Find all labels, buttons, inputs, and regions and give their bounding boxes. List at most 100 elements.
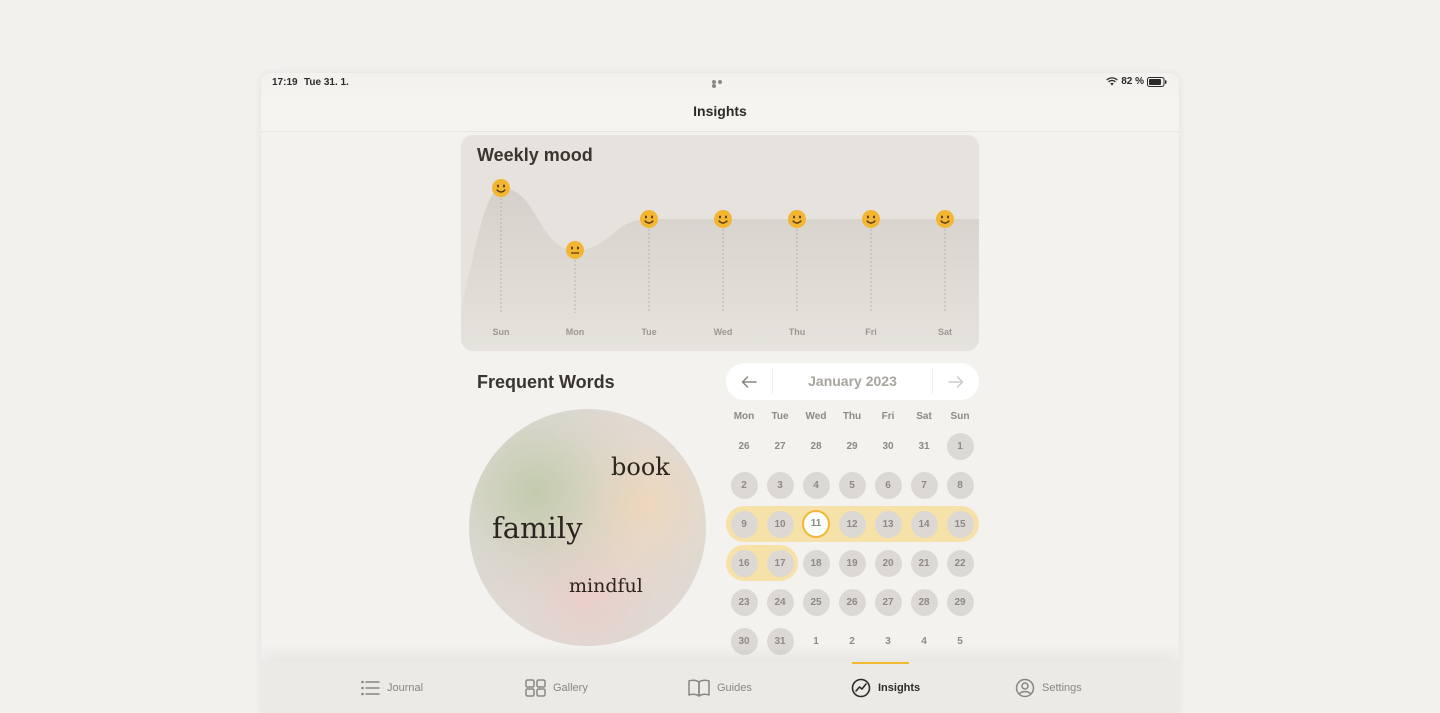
calendar-day[interactable]: 30: [730, 627, 758, 655]
mood-day-label: Sun: [493, 327, 510, 337]
calendar-day[interactable]: 27: [874, 588, 902, 616]
calendar-day[interactable]: 17: [766, 549, 794, 577]
grid-icon: [525, 678, 546, 697]
mood-day-label: Thu: [789, 327, 806, 337]
tab-settings[interactable]: Settings: [1015, 662, 1082, 713]
tab-label: Journal: [387, 681, 424, 694]
month-label: January 2023: [808, 373, 897, 389]
battery-icon: [1147, 76, 1167, 87]
calendar-day[interactable]: 7: [910, 471, 938, 499]
calendar-day[interactable]: 6: [874, 471, 902, 499]
tab-bar: Journal Gallery Guides Insights Settings: [261, 662, 1179, 713]
happy-face-icon[interactable]: [788, 210, 806, 228]
device-screen: 17:19 Tue 31. 1. 82 % Insights Sun Mon T…: [261, 73, 1179, 713]
calendar-day[interactable]: 5: [947, 628, 974, 655]
weekday-label: Wed: [805, 411, 827, 422]
calendar-day[interactable]: 16: [730, 549, 758, 577]
mood-day-label: Mon: [566, 327, 585, 337]
weekday-label: Tue: [771, 411, 789, 422]
calendar-day[interactable]: 28: [803, 433, 830, 460]
arrow-right-icon: [948, 375, 964, 388]
list-icon: [361, 680, 380, 696]
navigation-bar: Insights: [261, 95, 1179, 132]
calendar-day[interactable]: 1: [803, 628, 830, 655]
tab-journal[interactable]: Journal: [361, 662, 423, 713]
calendar-day[interactable]: 1: [946, 432, 974, 460]
calendar-day[interactable]: 29: [839, 433, 866, 460]
mood-day-label: Tue: [641, 327, 656, 337]
calendar-day[interactable]: 28: [910, 588, 938, 616]
book-icon: [688, 679, 710, 697]
previous-month-button[interactable]: [726, 363, 772, 400]
calendar-day[interactable]: 14: [910, 510, 938, 538]
tab-gallery[interactable]: Gallery: [525, 662, 588, 713]
calendar-day[interactable]: 22: [946, 549, 974, 577]
weekday-header: Mon Tue Wed Thu Fri Sat Sun: [726, 411, 979, 425]
mood-day-label: Wed: [714, 327, 733, 337]
calendar-day[interactable]: 27: [767, 433, 794, 460]
calendar-day[interactable]: 24: [766, 588, 794, 616]
status-date: Tue 31. 1.: [304, 77, 349, 88]
calendar-day[interactable]: 25: [802, 588, 830, 616]
mood-day-label: Fri: [865, 327, 877, 337]
weekday-label: Mon: [733, 411, 755, 422]
calendar-day[interactable]: 3: [875, 628, 902, 655]
weekday-label: Sat: [916, 411, 932, 422]
status-bar: 17:19 Tue 31. 1. 82 %: [261, 73, 1179, 95]
battery-percent: 82 %: [1121, 76, 1144, 87]
calendar-day[interactable]: 12: [838, 510, 866, 538]
tab-label: Guides: [717, 681, 752, 694]
calendar-day[interactable]: 26: [838, 588, 866, 616]
calendar-day[interactable]: 19: [838, 549, 866, 577]
calendar-day[interactable]: 13: [874, 510, 902, 538]
neutral-face-icon[interactable]: [566, 241, 584, 259]
mood-day-label: Sat: [938, 327, 952, 337]
weekly-mood-card: Sun Mon Tue Wed Thu Fri Sat Weekly mood: [461, 135, 979, 351]
calendar-day[interactable]: 31: [911, 433, 938, 460]
tab-insights[interactable]: Insights: [851, 662, 920, 713]
calendar-day[interactable]: 18: [802, 549, 830, 577]
calendar-day[interactable]: 29: [946, 588, 974, 616]
page-title: Insights: [693, 103, 747, 119]
calendar-day[interactable]: 26: [731, 433, 758, 460]
happy-face-icon[interactable]: [936, 210, 954, 228]
calendar-day[interactable]: 10: [766, 510, 794, 538]
next-month-button[interactable]: [933, 363, 979, 400]
calendar-day[interactable]: 4: [911, 628, 938, 655]
calendar-day[interactable]: 3: [766, 471, 794, 499]
calendar-day[interactable]: 15: [946, 510, 974, 538]
calendar-day[interactable]: 20: [874, 549, 902, 577]
month-selector: January 2023: [726, 363, 979, 400]
calendar-day[interactable]: 31: [766, 627, 794, 655]
calendar-day[interactable]: 5: [838, 471, 866, 499]
word-book[interactable]: book: [611, 453, 670, 481]
happy-face-icon[interactable]: [862, 210, 880, 228]
wifi-icon: [1106, 77, 1118, 86]
calendar-day[interactable]: 8: [946, 471, 974, 499]
frequent-words-title: Frequent Words: [477, 372, 615, 392]
happy-face-icon[interactable]: [640, 210, 658, 228]
calendar-grid: 26 27 28 29 30 31 1 2 3 4 5 6 7 8 9 10 11 12 13 14 15 16 17 18 1…: [726, 430, 979, 660]
weekly-mood-title: Weekly mood: [477, 145, 593, 165]
tab-label: Insights: [878, 681, 921, 694]
calendar-day[interactable]: 30: [875, 433, 902, 460]
active-tab-indicator: [852, 662, 909, 664]
weekday-label: Fri: [881, 411, 895, 422]
happy-face-icon[interactable]: [714, 210, 732, 228]
tab-guides[interactable]: Guides: [688, 662, 752, 713]
calendar-day[interactable]: 2: [730, 471, 758, 499]
word-family[interactable]: family: [492, 511, 582, 545]
happy-face-icon[interactable]: [492, 179, 510, 197]
calendar-day-today[interactable]: 11: [802, 510, 830, 538]
multitasking-dots-icon[interactable]: [712, 80, 728, 88]
calendar-day[interactable]: 23: [730, 588, 758, 616]
calendar-day[interactable]: 2: [839, 628, 866, 655]
calendar-day[interactable]: 9: [730, 510, 758, 538]
calendar-day[interactable]: 4: [802, 471, 830, 499]
insights-content: Sun Mon Tue Wed Thu Fri Sat Weekly mood Freque…: [261, 132, 1179, 662]
person-circle-icon: [1015, 678, 1035, 698]
word-mindful[interactable]: mindful: [569, 575, 643, 597]
calendar-day[interactable]: 21: [910, 549, 938, 577]
status-time: 17:19: [272, 77, 298, 88]
weekday-label: Thu: [842, 411, 862, 422]
